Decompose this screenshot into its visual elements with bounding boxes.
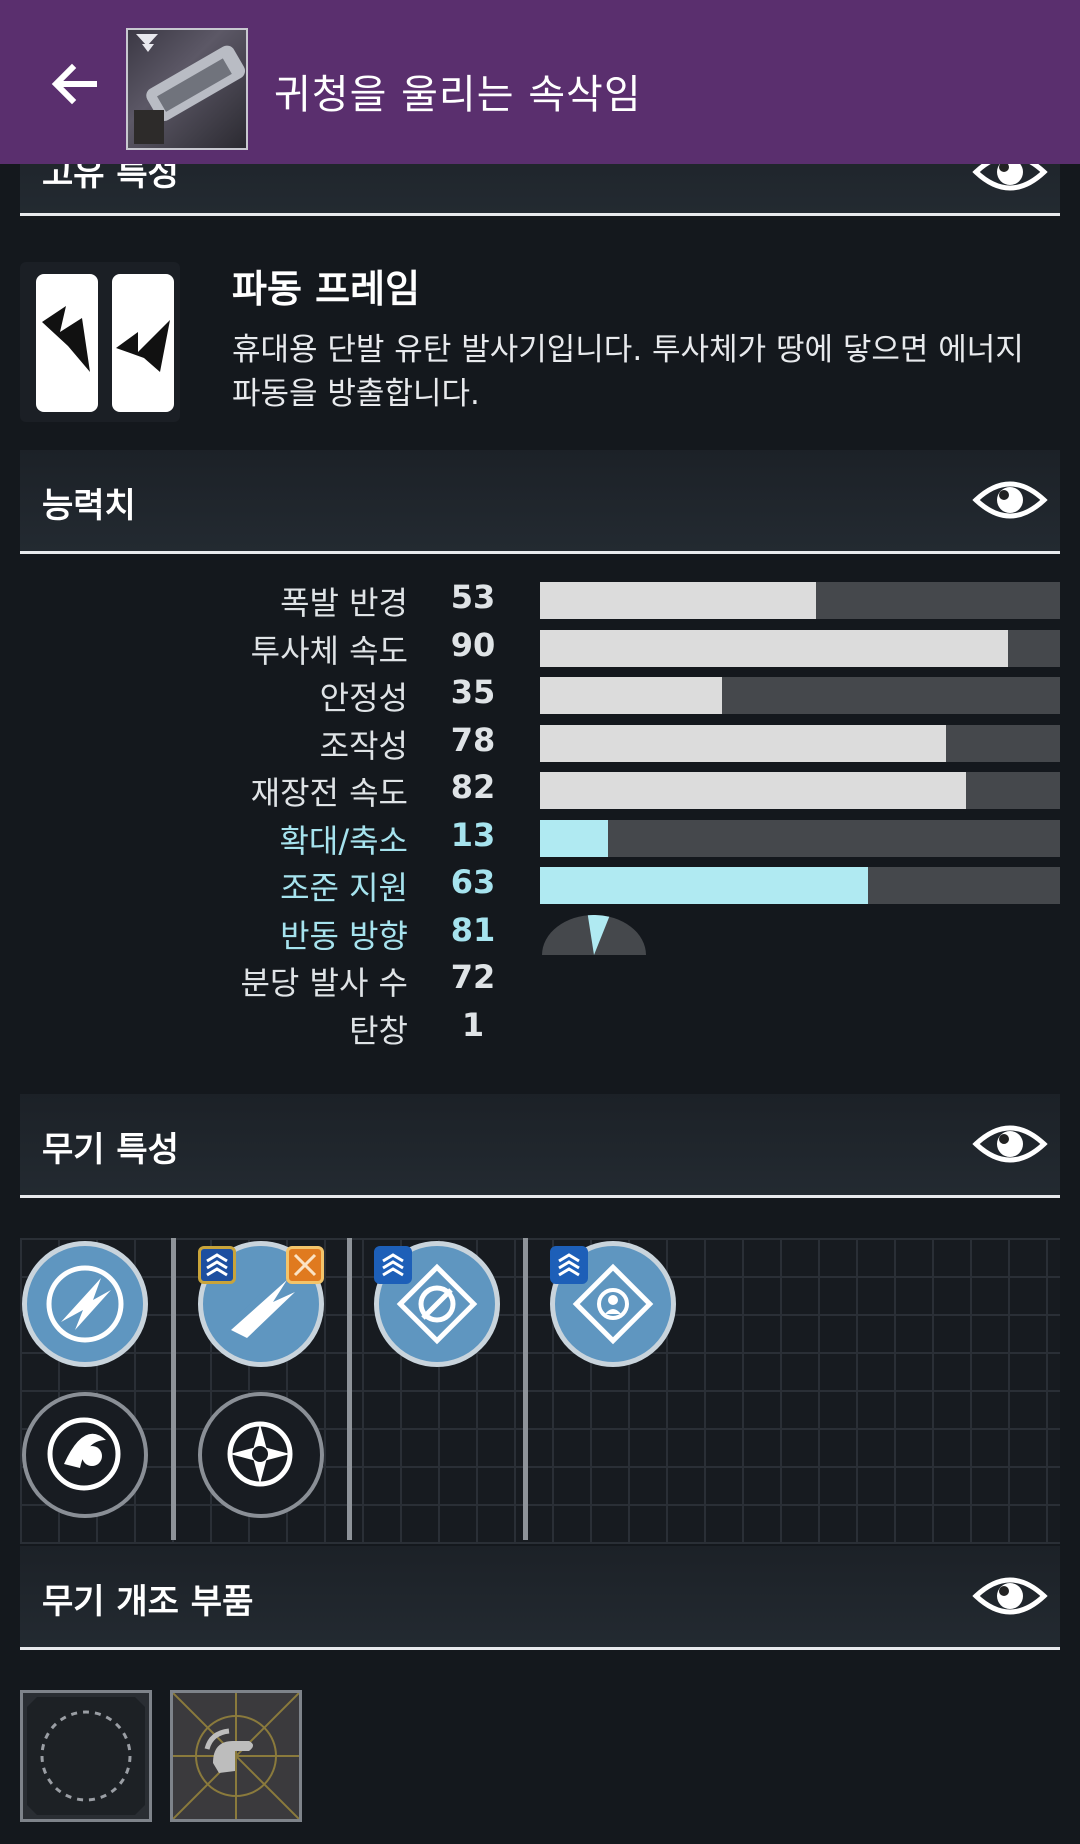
stat-row: 조준 지원 63 [0,861,1080,908]
stat-label: 조준 지원 [280,869,408,907]
stat-bar-fill [540,677,722,714]
wave-frame-icon [20,262,180,422]
stat-bar [540,724,1060,762]
stat-bar-fill [540,724,946,762]
recoil-direction-indicator [542,914,646,955]
stat-label: 조작성 [319,726,408,765]
perk-column-divider [171,1238,176,1540]
stat-value: 63 [450,863,496,901]
stat-bar [540,772,1060,809]
stat-label: 확대/축소 [279,821,408,860]
eye-icon[interactable] [972,1116,1048,1172]
mod-slot-empty[interactable] [20,1690,152,1822]
stat-bar [540,677,1060,714]
stat-value: 82 [450,768,496,806]
stat-bar-fill [540,582,816,619]
crafting-pattern-badge [286,1246,324,1284]
stat-row: 반동 방향 81 [0,909,1080,956]
stat-row: 조작성 78 [0,719,1080,766]
stat-bar [540,629,1060,667]
stat-row: 안정성 35 [0,671,1080,718]
weapon-thumbnail [126,28,248,150]
stat-row: 재장전 속도 82 [0,766,1080,813]
perk-bullseye-sight[interactable] [198,1392,324,1518]
enhanced-perk-badge [550,1246,588,1284]
stat-bar-fill [540,772,967,809]
stat-bar-fill [540,867,868,904]
grenade-launcher-icon [134,34,246,144]
stat-row: 탄창 1 [0,1004,1080,1051]
perk-column-divider [523,1238,528,1540]
app-bar: 귀청을 울리는 속삭임 [0,0,1080,164]
weapon-title: 귀청을 울리는 속삭임 [274,72,642,118]
section-header-perks[interactable]: 무기 특성 [20,1094,1060,1198]
mod-slot-handling[interactable] [170,1690,302,1822]
impact-casing-icon [47,1417,121,1491]
bullseye-sight-icon [227,1421,293,1487]
stat-value: 78 [450,720,496,759]
launcher-barrel-icon [46,1265,124,1343]
perk-column-divider [347,1238,352,1540]
stat-label: 투사체 속도 [250,631,408,670]
stat-label: 안정성 [319,679,408,717]
section-header-mods[interactable]: 무기 개조 부품 [20,1546,1060,1650]
eye-icon[interactable] [972,1568,1048,1624]
stat-value: 35 [450,673,496,711]
stat-row: 분당 발사 수 72 [0,956,1080,1003]
section-header-stats[interactable]: 능력치 [20,450,1060,554]
stat-value: 72 [450,958,496,996]
stat-label: 탄창 [349,1011,408,1050]
stat-value: 81 [450,910,496,949]
perks-grid [20,1238,1060,1544]
perk-launcher-barrel[interactable] [22,1241,148,1367]
stat-label: 반동 방향 [280,916,408,955]
stat-value: 1 [461,1005,485,1044]
stat-row: 확대/축소 13 [0,814,1080,861]
stat-value: 13 [450,815,496,854]
stat-bar [540,819,1060,857]
stat-value: 53 [450,578,496,616]
frame-name: 파동 프레임 [232,267,421,311]
stat-label: 재장전 속도 [250,774,408,812]
eye-icon[interactable] [972,472,1048,528]
arrow-left-icon[interactable] [46,56,102,112]
stat-bar [540,867,1060,904]
stat-bar [540,582,1060,619]
frame-description: 휴대용 단발 유탄 발사기입니다. 투사체가 땅에 닿으면 에너지 파동을 방출… [232,332,1024,412]
stat-bar-fill [540,629,1008,667]
stat-label: 분당 발사 수 [240,964,408,1002]
stat-value: 90 [450,625,496,664]
stat-row: 폭발 반경 53 [0,576,1080,623]
stat-bar-fill [540,819,608,857]
stat-label: 폭발 반경 [280,584,408,622]
stat-row: 투사체 속도 90 [0,624,1080,671]
handling-mod-icon [172,1692,300,1820]
enhanced-perk-badge [198,1246,236,1284]
perk-impact-casing[interactable] [22,1392,148,1518]
enhanced-perk-badge [374,1246,412,1284]
empty-mod-socket-icon [27,1697,145,1815]
